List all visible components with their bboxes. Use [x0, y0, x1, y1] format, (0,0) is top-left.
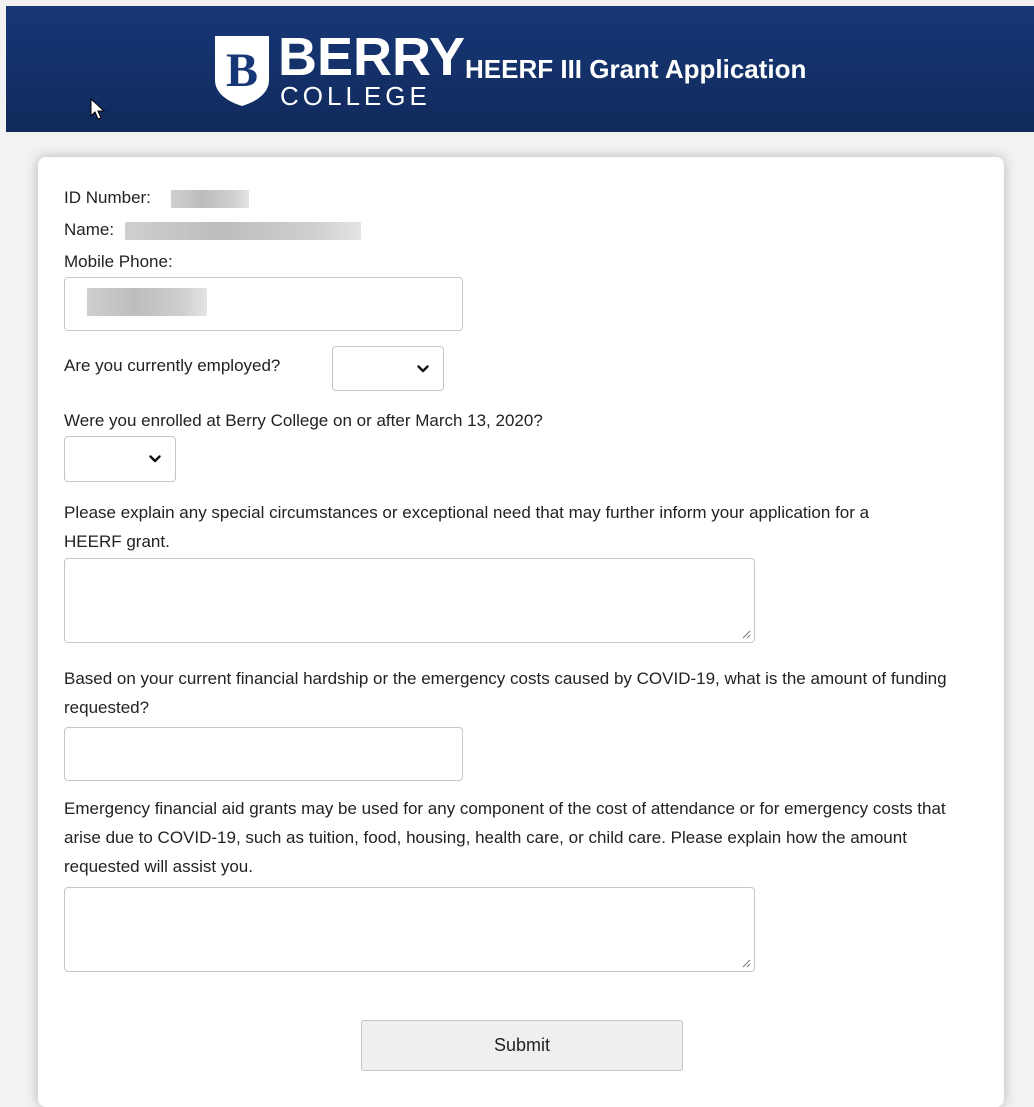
application-form: ID Number: Name: Mobile Phone: Are you c…: [38, 157, 1004, 1107]
mobile-phone-label: Mobile Phone:: [64, 252, 173, 271]
berry-shield-logo-icon: B: [215, 36, 269, 106]
enrolled-question: Were you enrolled at Berry College on or…: [64, 411, 543, 430]
submit-button[interactable]: Submit: [361, 1020, 683, 1071]
mouse-pointer-icon: [90, 98, 106, 120]
id-number-label: ID Number:: [64, 188, 151, 207]
logo-letter: B: [226, 44, 258, 97]
resize-grip-icon[interactable]: [742, 959, 751, 968]
assist-question: Emergency financial aid grants may be us…: [64, 799, 946, 876]
name-label: Name:: [64, 220, 115, 239]
amount-input[interactable]: [64, 727, 463, 781]
chevron-down-icon: [149, 455, 161, 463]
resize-grip-icon[interactable]: [742, 630, 751, 639]
employed-select[interactable]: [332, 346, 444, 391]
assist-textarea[interactable]: [64, 887, 755, 972]
mobile-phone-redacted: [87, 288, 207, 316]
enrolled-select[interactable]: [64, 436, 176, 482]
page-title: HEERF III Grant Application: [465, 54, 807, 84]
mobile-phone-input[interactable]: [64, 277, 463, 331]
circumstances-question: Please explain any special circumstances…: [64, 503, 870, 551]
id-number-redacted: [171, 190, 249, 208]
amount-question: Based on your current financial hardship…: [64, 669, 947, 717]
name-redacted: [125, 222, 361, 240]
header-bar: B BERRY COLLEGE HEERF III Grant Applicat…: [6, 6, 1034, 132]
circumstances-textarea[interactable]: [64, 558, 755, 643]
logo-wordmark: BERRY: [278, 27, 466, 87]
logo-subtitle: COLLEGE: [280, 81, 431, 111]
chevron-down-icon: [417, 364, 429, 372]
employed-question: Are you currently employed?: [64, 356, 281, 375]
